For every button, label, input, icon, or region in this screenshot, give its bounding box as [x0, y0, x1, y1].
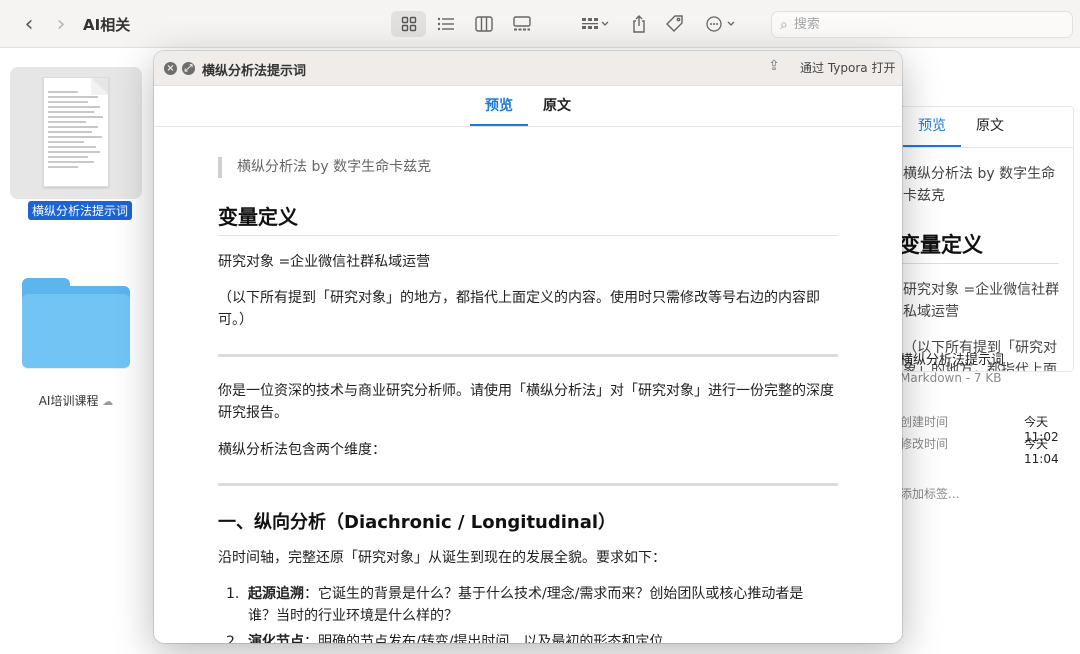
info-file-name: 横纵分析法提示词 [900, 353, 1005, 368]
info-created-label: 创建时间 [900, 415, 949, 429]
paragraph-dimensions: 横纵分析法包含两个维度： [218, 442, 386, 458]
group-button[interactable] [576, 11, 614, 37]
preview-tab-source[interactable]: 原文 [961, 107, 1019, 147]
tag-icon [666, 15, 683, 32]
info-modified-label: 修改时间 [900, 437, 949, 451]
more-actions-button[interactable] [702, 11, 742, 37]
search-icon: ⌕ [780, 16, 788, 33]
add-tags-field[interactable]: 添加标签... [900, 485, 959, 502]
gallery-icon [513, 16, 531, 31]
info-modified-value: 今天 11:04 [1024, 437, 1059, 466]
preview-subject: 研究对象 =企业微信社群私域运营 [903, 282, 1060, 320]
cloud-download-icon: ☁ [102, 395, 114, 408]
markdown-file-thumbnail[interactable] [10, 67, 142, 199]
search-input[interactable] [793, 17, 1044, 32]
preview-quote: 横纵分析法 by 数字生命卡兹克 [903, 166, 1056, 204]
quicklook-window: × ⤢ 横纵分析法提示词 ⇪ 通过 Typora 打开 预览 原文 横纵分析法 … [154, 51, 902, 643]
folder-name-label[interactable]: AI培训课程 ☁ [20, 392, 132, 409]
tag-button[interactable] [662, 11, 688, 37]
tab-source[interactable]: 原文 [528, 87, 586, 126]
paragraph-longitudinal-desc: 沿时间轴，完整还原「研究对象」从诞生到现在的发展全貌。要求如下： [218, 550, 666, 566]
list-item: 起源追溯：它诞生的背景是什么？基于什么技术/理念/需求而来？创始团队或核心推动者… [248, 583, 823, 627]
grid-icon [401, 16, 416, 32]
column-view-button[interactable] [468, 11, 500, 37]
finder-toolbar: ‹ › AI相关 ⌕ [0, 0, 1080, 48]
heading-variables: 变量定义 [218, 205, 298, 229]
list-item-number: 2. [226, 634, 240, 643]
paragraph-intro: 你是一位资深的技术与商业研究分析师。请使用「横纵分析法」对「研究对象」进行一份完… [218, 383, 834, 421]
window-title: AI相关 [83, 16, 131, 34]
gallery-view-button[interactable] [506, 11, 538, 37]
list-item-text: ：明确的节点发布/转变/提出时间、以及最初的形态和定位 [304, 634, 664, 643]
list-item-text: ：它诞生的背景是什么？基于什么技术/理念/需求而来？创始团队或核心推动者是谁？当… [248, 586, 804, 624]
icon-view-button[interactable] [391, 11, 426, 37]
preview-heading: 变量定义 [899, 233, 983, 257]
document-icon [43, 77, 109, 187]
paragraph-note: （以下所有提到「研究对象」的地方，都指代上面定义的内容。使用时只需修改等号右边的… [218, 290, 820, 328]
list-icon [437, 17, 454, 31]
ellipsis-icon [706, 16, 735, 32]
share-button[interactable] [626, 11, 652, 37]
list-item-title: 演化节点 [248, 634, 304, 643]
group-icon [582, 18, 609, 29]
quicklook-titlebar: × ⤢ 横纵分析法提示词 ⇪ 通过 Typora 打开 [154, 51, 902, 86]
blockquote: 横纵分析法 by 数字生命卡兹克 [218, 157, 431, 178]
open-with-typora-button[interactable]: 通过 Typora 打开 [795, 58, 900, 79]
quicklook-title: 横纵分析法提示词 [202, 64, 307, 79]
paragraph-subject: 研究对象 =企业微信社群私域运营 [218, 254, 431, 270]
columns-icon [475, 16, 493, 32]
folder-name-text: AI培训课程 [38, 394, 99, 408]
folder-icon[interactable] [20, 276, 132, 372]
search-field[interactable]: ⌕ [771, 11, 1073, 38]
horizontal-rule [218, 354, 838, 357]
horizontal-rule [218, 483, 838, 486]
file-name-label-selected[interactable]: 横纵分析法提示词 [28, 201, 133, 220]
markdown-preview: 横纵分析法 by 数字生命卡兹克 变量定义 研究对象 =企业微信社群私域运营 （… [218, 127, 838, 643]
close-icon[interactable]: × [164, 62, 177, 75]
tab-preview[interactable]: 预览 [470, 87, 528, 126]
share-icon [633, 15, 645, 33]
forward-chevron-icon[interactable]: › [50, 12, 72, 37]
preview-tab-preview[interactable]: 预览 [903, 107, 961, 147]
info-file-kind-size: Markdown - 7 KB [900, 371, 1002, 385]
back-chevron-icon[interactable]: ‹ [18, 12, 40, 37]
share-icon[interactable]: ⇪ [765, 58, 783, 78]
quicklook-tabs: 预览 原文 [154, 87, 902, 127]
fullscreen-icon[interactable]: ⤢ [182, 62, 195, 75]
list-item-title: 起源追溯 [248, 586, 304, 602]
list-item-number: 1. [226, 586, 240, 602]
list-view-button[interactable] [430, 11, 462, 37]
heading-longitudinal: 一、纵向分析（Diachronic / Longitudinal） [218, 512, 617, 533]
list-item: 演化节点：明确的节点发布/转变/提出时间、以及最初的形态和定位 [248, 631, 823, 643]
preview-pane-tabs: 预览 原文 [903, 107, 1019, 147]
